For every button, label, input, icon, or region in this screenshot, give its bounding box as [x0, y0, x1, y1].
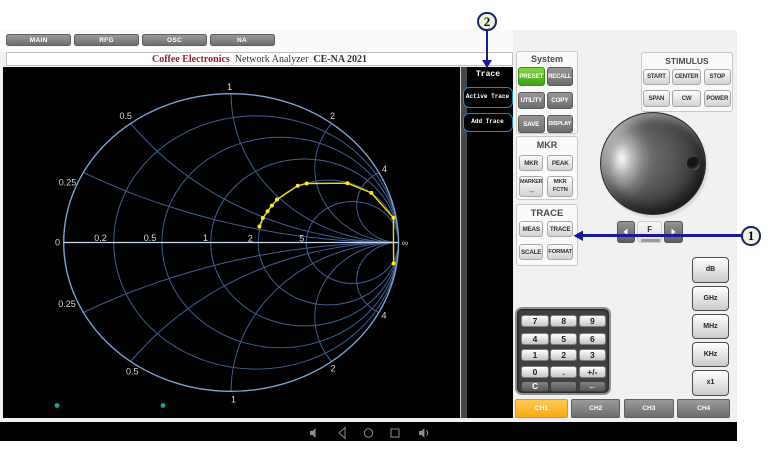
svg-text:2: 2	[330, 111, 335, 121]
svg-text:0.2: 0.2	[94, 232, 107, 242]
svg-text:0.25: 0.25	[59, 177, 77, 187]
svg-text:4: 4	[382, 163, 387, 173]
svg-text:2: 2	[330, 363, 335, 373]
svg-text:0.5: 0.5	[119, 110, 131, 120]
svg-text:0.25: 0.25	[58, 299, 76, 309]
svg-text:∞: ∞	[402, 237, 408, 247]
svg-text:5: 5	[299, 233, 304, 243]
svg-text:2: 2	[248, 233, 253, 243]
svg-text:1: 1	[203, 232, 208, 242]
svg-text:0.5: 0.5	[144, 232, 157, 242]
svg-text:0: 0	[55, 237, 60, 247]
svg-text:0.5: 0.5	[126, 366, 138, 376]
svg-text:4: 4	[381, 310, 386, 320]
svg-text:1: 1	[231, 394, 236, 404]
svg-text:1: 1	[227, 81, 232, 91]
